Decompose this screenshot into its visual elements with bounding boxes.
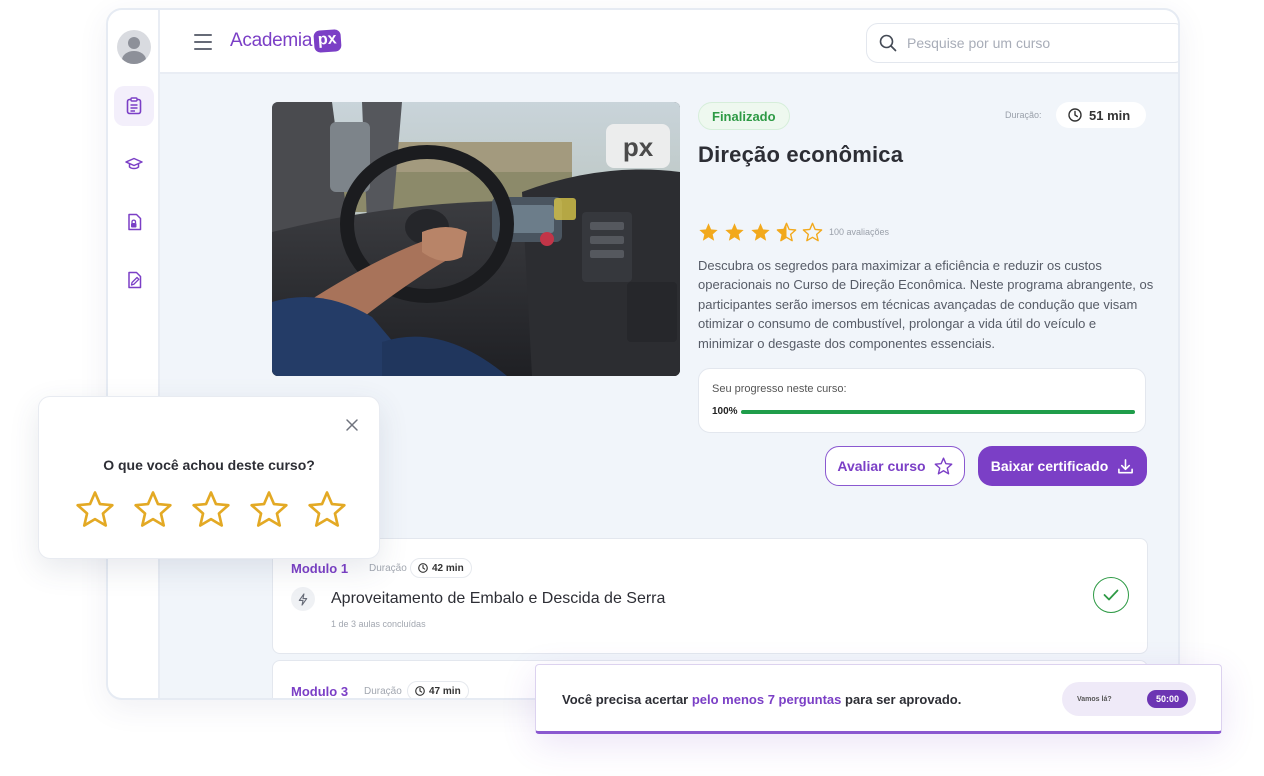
quiz-text-before: Você precisa acertar: [562, 692, 692, 707]
download-certificate-button[interactable]: Baixar certificado: [978, 446, 1147, 486]
truck-cabin-image: px: [272, 102, 680, 376]
rate-star-5-icon[interactable]: [307, 490, 347, 528]
quiz-banner: Você precisa acertar pelo menos 7 pergun…: [535, 664, 1222, 734]
logo[interactable]: Academia px: [230, 29, 342, 53]
rate-star-1-icon[interactable]: [75, 490, 115, 528]
start-quiz-label: Vamos lá?: [1077, 695, 1112, 703]
quiz-text-highlight: pelo menos 7 perguntas: [691, 692, 842, 707]
module-icon: [291, 587, 315, 611]
search-icon: [879, 34, 897, 52]
progress-bar-fill: [741, 410, 1135, 414]
close-icon[interactable]: [345, 418, 359, 432]
quiz-requirement-text: Você precisa acertar pelo menos 7 pergun…: [562, 692, 961, 707]
module-card[interactable]: Modulo 1 Duração 42 min Aproveitamento d…: [272, 538, 1148, 654]
image-px-watermark: px: [623, 132, 654, 162]
rate-star-2-icon[interactable]: [133, 490, 173, 528]
logo-text: Academia: [230, 30, 313, 51]
sidebar-item-documents[interactable]: [114, 260, 154, 300]
hamburger-menu-icon[interactable]: [194, 34, 212, 50]
pen-file-icon: [127, 271, 141, 289]
quiz-text-after: para ser aprovado.: [841, 692, 962, 707]
module-label: Modulo 1: [291, 561, 349, 576]
rating-stars: [698, 222, 823, 242]
rating-question: O que você achou deste curso?: [103, 457, 315, 473]
star-outline-icon: [934, 457, 953, 475]
star-empty-icon: [802, 222, 823, 242]
clipboard-icon: [126, 97, 142, 115]
progress-card: Seu progresso neste curso: 100%: [698, 368, 1146, 433]
course-description: Descubra os segredos para maximizar a ef…: [698, 258, 1154, 351]
rate-star-3-icon[interactable]: [191, 490, 231, 528]
module-duration-pill: 42 min: [410, 558, 472, 578]
download-certificate-label: Baixar certificado: [990, 458, 1109, 474]
progress-percent: 100%: [712, 406, 738, 417]
rate-course-button[interactable]: Avaliar curso: [825, 446, 965, 486]
module-duration-label: Duração: [369, 563, 407, 574]
rate-star-4-icon[interactable]: [249, 490, 289, 528]
start-quiz-button[interactable]: Vamos lá? 50:00: [1062, 682, 1196, 716]
module-duration-label: Duração: [364, 686, 402, 697]
star-half-icon: [776, 222, 797, 242]
module-complete-indicator: [1093, 577, 1129, 613]
course-image: px: [272, 102, 680, 376]
duration-pill: 51 min: [1056, 102, 1146, 128]
avatar[interactable]: [117, 30, 151, 64]
course-title: Direção econômica: [698, 142, 904, 167]
reviews-count: 100 avaliações: [829, 227, 890, 237]
quiz-timer: 50:00: [1147, 690, 1188, 708]
download-icon: [1118, 458, 1134, 473]
module-title: Aproveitamento de Embalo e Descida de Se…: [331, 590, 666, 607]
star-full-icon: [699, 223, 718, 241]
search-placeholder: Pesquise por um curso: [907, 35, 1051, 51]
status-badge: Finalizado: [698, 102, 790, 130]
module-duration-value: 42 min: [432, 562, 464, 574]
avatar-body: [122, 51, 146, 64]
check-icon: [1103, 589, 1119, 601]
duration-label: Duração:: [1005, 110, 1042, 120]
lock-file-icon: [127, 213, 141, 231]
module-duration-pill: 47 min: [407, 681, 469, 698]
logo-badge: px: [313, 29, 342, 53]
sidebar-item-courses[interactable]: [114, 86, 154, 126]
duration-value: 51 min: [1089, 107, 1131, 123]
top-bar: Academia px Pesquise por um curso: [160, 10, 1178, 74]
module-duration-value: 47 min: [429, 685, 461, 697]
graduation-cap-icon: [125, 157, 143, 170]
lightning-icon: [298, 592, 308, 606]
rating-popup: O que você achou deste curso?: [38, 396, 380, 559]
module-label: Modulo 3: [291, 684, 349, 699]
rating-star-input: [75, 490, 347, 528]
star-full-icon: [751, 223, 770, 241]
clock-icon: [418, 563, 428, 573]
clock-icon: [1068, 108, 1082, 122]
sidebar: [108, 10, 160, 698]
progress-bar: [741, 410, 1135, 414]
module-progress-text: 1 de 3 aulas concluídas: [331, 619, 426, 629]
app-window: Academia px Pesquise por um curso px Fin…: [106, 8, 1180, 700]
sidebar-item-graduation[interactable]: [114, 144, 154, 184]
rate-course-label: Avaliar curso: [837, 458, 926, 474]
sidebar-item-security[interactable]: [114, 202, 154, 242]
star-full-icon: [725, 223, 744, 241]
clock-icon: [415, 686, 425, 696]
search-input[interactable]: Pesquise por um curso: [866, 23, 1178, 63]
avatar-head: [128, 37, 140, 49]
progress-label: Seu progresso neste curso:: [712, 383, 847, 395]
